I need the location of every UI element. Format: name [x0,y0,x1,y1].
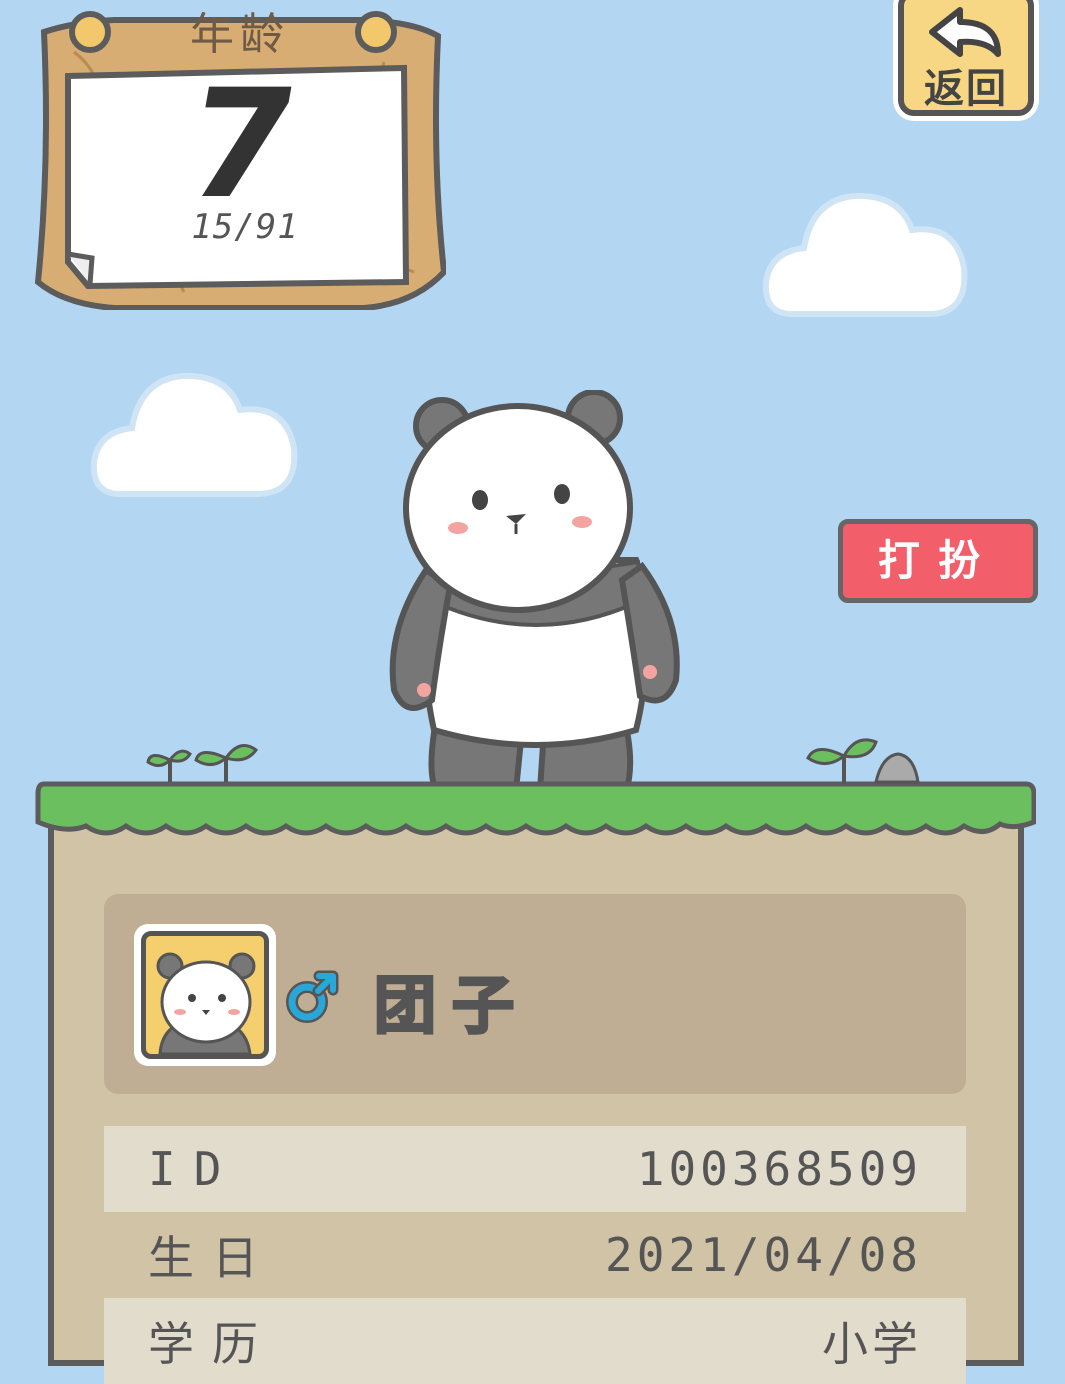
info-value: 2021/04/08 [605,1228,922,1282]
info-row-birthday: 生日 2021/04/08 [104,1212,966,1298]
info-label: 学历 [148,1317,276,1371]
cloud-right [762,192,968,317]
back-button-label: 返回 [924,66,1008,112]
male-gender-icon [286,970,339,1023]
info-value: 小学 [822,1317,922,1371]
age-value: 7 [173,58,309,232]
avatar-image [141,931,269,1059]
avatar[interactable] [134,924,276,1066]
info-label: ID [148,1142,240,1196]
info-value: 100368509 [636,1142,922,1196]
age-title: 年龄 [190,9,290,60]
age-progress: 15/91 [191,207,299,247]
panda-avatar-icon [156,952,256,1054]
rock [874,752,920,784]
info-label: 生日 [148,1231,276,1285]
back-arrow-icon [929,7,1001,57]
dress-up-button[interactable]: 打扮 [838,519,1038,603]
cloud-left [90,372,298,497]
sprout-left [146,744,259,782]
back-button[interactable]: 返回 [898,0,1034,116]
grass-ledge [35,781,1036,836]
panda-character[interactable] [386,390,686,820]
info-row-education: 学历 小学 [104,1298,966,1384]
info-row-id: ID 100368509 [104,1126,966,1212]
pet-name: 团子 [373,968,531,1044]
